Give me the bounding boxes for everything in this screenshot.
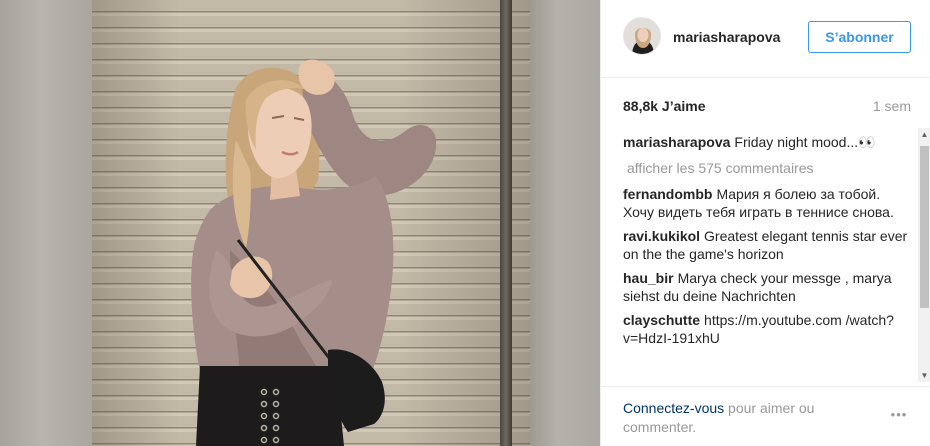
post-footer: Connectez-vous pour aimer ou commenter. … bbox=[601, 386, 930, 446]
avatar[interactable] bbox=[623, 17, 661, 55]
show-all-comments-link[interactable]: afficher les 575 commentaires bbox=[627, 159, 913, 177]
likes-count[interactable]: 88,8k J’aime bbox=[623, 98, 706, 114]
avatar-photo bbox=[624, 18, 660, 54]
post-timestamp[interactable]: 1 sem bbox=[873, 98, 911, 114]
login-link[interactable]: Connectez-vous bbox=[623, 400, 724, 416]
comment-item: ravi.kukikol Greatest elegant tennis star… bbox=[623, 227, 913, 263]
photo-person bbox=[191, 59, 437, 446]
post-header: mariasharapova S’abonner bbox=[601, 0, 930, 78]
caption: mariasharapova Friday night mood...👀 bbox=[623, 133, 913, 151]
caption-text: Friday night mood...👀 bbox=[734, 134, 876, 150]
comment-username[interactable]: hau_bir bbox=[623, 270, 674, 286]
caption-username[interactable]: mariasharapova bbox=[623, 134, 730, 150]
likes-row: 88,8k J’aime 1 sem bbox=[623, 98, 911, 116]
more-options-icon[interactable]: ••• bbox=[885, 405, 913, 425]
post-photo[interactable] bbox=[0, 0, 600, 446]
comment-item: hau_bir Marya check your messge , marya s… bbox=[623, 269, 913, 305]
scrollbar-thumb[interactable] bbox=[920, 146, 929, 308]
scroll-down-arrow-icon[interactable]: ▼ bbox=[918, 369, 930, 382]
post-author-username[interactable]: mariasharapova bbox=[673, 29, 780, 45]
comment-username[interactable]: clayschutte bbox=[623, 312, 700, 328]
comment-item: clayschutte https://m.youtube.com /watch?… bbox=[623, 311, 913, 347]
comments-list[interactable]: mariasharapova Friday night mood...👀 affi… bbox=[623, 133, 913, 381]
comments-scrollbar[interactable]: ▲ ▼ bbox=[918, 128, 930, 382]
comment-item: fernandombb Мария я болею за тобой. Хочу … bbox=[623, 185, 913, 221]
follow-button[interactable]: S’abonner bbox=[808, 21, 911, 53]
comment-username[interactable]: ravi.kukikol bbox=[623, 228, 700, 244]
scroll-up-arrow-icon[interactable]: ▲ bbox=[918, 128, 930, 141]
comment-username[interactable]: fernandombb bbox=[623, 186, 712, 202]
login-prompt: Connectez-vous pour aimer ou commenter. bbox=[623, 399, 863, 437]
post-sidebar: mariasharapova S’abonner 88,8k J’aime 1 … bbox=[600, 0, 930, 446]
